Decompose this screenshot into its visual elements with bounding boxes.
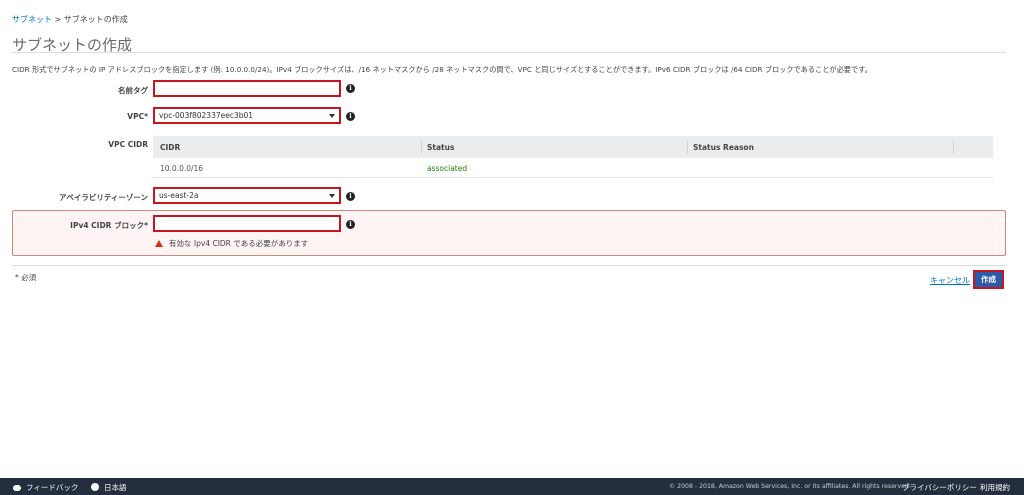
chevron-down-icon: [329, 194, 335, 198]
column-divider: [421, 140, 422, 154]
title-divider: [12, 52, 1006, 53]
breadcrumb-current: サブネットの作成: [63, 15, 128, 24]
name-tag-input[interactable]: [153, 80, 341, 97]
breadcrumb-separator: >: [52, 15, 64, 24]
vpc-select-value: vpc-003f802337eec3b01: [159, 111, 254, 120]
info-icon[interactable]: i: [346, 84, 355, 93]
page-description: CIDR 形式でサブネットの IP アドレスブロックを指定します (例: 10.…: [12, 65, 872, 74]
vpc-select[interactable]: vpc-003f802337eec3b01: [153, 107, 341, 124]
breadcrumb: サブネット > サブネットの作成: [12, 14, 128, 25]
chat-icon: [13, 485, 21, 491]
column-header-cidr: CIDR: [160, 143, 181, 152]
cidr-cell: 10.0.0.0/16: [160, 164, 204, 173]
chevron-down-icon: [329, 114, 335, 118]
availability-zone-value: us-east-2a: [159, 191, 199, 200]
error-text: 有効な Ipv4 CIDR である必要があります: [169, 239, 309, 248]
column-divider: [687, 140, 688, 154]
ipv4-cidr-label: IPv4 CIDR ブロック*: [70, 221, 148, 230]
info-icon[interactable]: i: [346, 112, 355, 121]
vpc-cidr-label: VPC CIDR: [108, 140, 148, 149]
create-button[interactable]: 作成: [973, 270, 1004, 289]
info-icon[interactable]: i: [346, 220, 355, 229]
vpc-cidr-table: CIDR Status Status Reason 10.0.0.0/16 as…: [153, 136, 993, 178]
name-tag-label: 名前タグ: [118, 86, 148, 95]
copyright-text: © 2008 - 2018, Amazon Web Services, Inc.…: [669, 483, 911, 490]
column-header-status-reason: Status Reason: [693, 143, 754, 152]
availability-zone-select[interactable]: us-east-2a: [153, 187, 341, 204]
feedback-label: フィードバック: [26, 483, 79, 492]
breadcrumb-subnets-link[interactable]: サブネット: [12, 15, 52, 24]
ipv4-cidr-input[interactable]: [153, 215, 341, 232]
table-row: 10.0.0.0/16 associated: [153, 158, 993, 178]
privacy-policy-link[interactable]: プライバシーポリシー: [902, 482, 977, 493]
availability-zone-label: アベイラビリティーゾーン: [58, 193, 148, 202]
column-divider: [953, 140, 954, 154]
cancel-button[interactable]: キャンセル: [930, 275, 970, 286]
warning-icon: [155, 240, 163, 247]
language-label: 日本語: [104, 483, 127, 492]
feedback-link[interactable]: フィードバック: [13, 482, 78, 493]
language-selector[interactable]: 日本語: [91, 482, 127, 493]
footer: フィードバック 日本語 © 2008 - 2018, Amazon Web Se…: [0, 478, 1024, 495]
info-icon[interactable]: i: [346, 192, 355, 201]
vpc-label: VPC*: [127, 112, 148, 121]
globe-icon: [91, 483, 99, 491]
form-divider: [12, 265, 1006, 266]
terms-link[interactable]: 利用規約: [980, 482, 1010, 493]
status-cell: associated: [427, 164, 468, 173]
column-header-status: Status: [427, 143, 455, 152]
table-header: CIDR Status Status Reason: [153, 136, 993, 158]
ipv4-cidr-error-message: 有効な Ipv4 CIDR である必要があります: [155, 238, 308, 249]
required-note: * 必須: [15, 273, 37, 282]
